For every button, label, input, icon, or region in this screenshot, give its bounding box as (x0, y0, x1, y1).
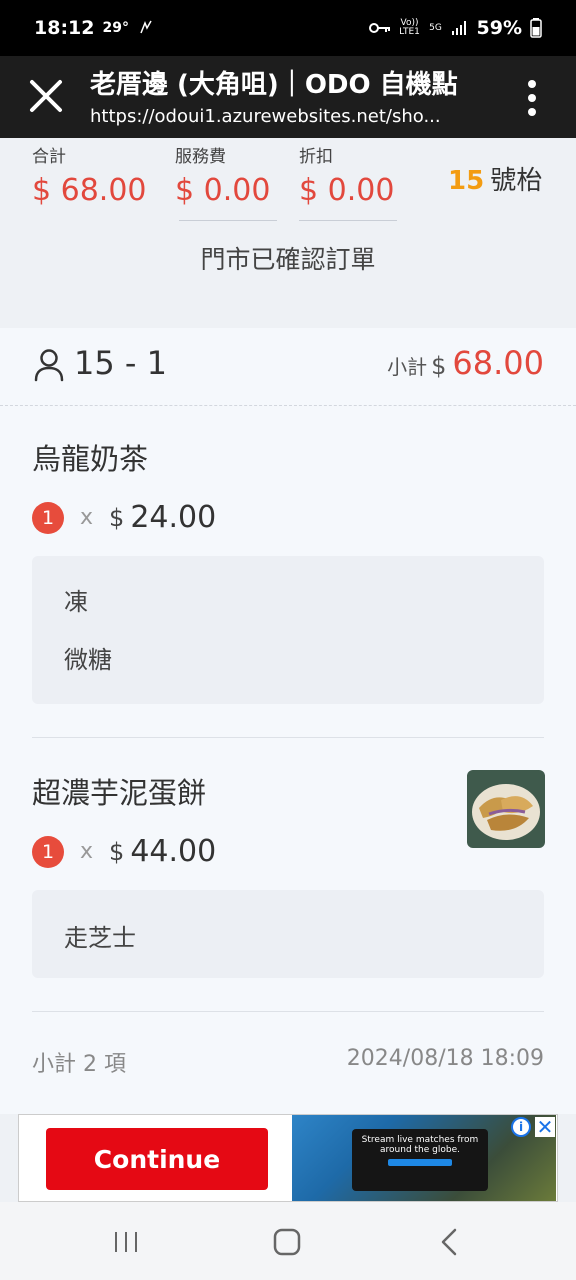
recent-apps-icon[interactable] (110, 1226, 142, 1258)
item-price: 24.00 (130, 500, 217, 535)
guest-id: 15 - 1 (74, 344, 167, 382)
option-text: 凍 (64, 588, 88, 616)
table-number-value: 15 (448, 166, 485, 196)
order-summary: 合計 $ 68.00 服務費 $ 0.00 折扣 $ 0.00 15 號枱 門市已… (0, 138, 576, 328)
clock: 18:12 (34, 17, 95, 39)
order-status: 門市已確認訂單 (200, 245, 376, 274)
item-divider (32, 737, 544, 738)
discount-block: 折扣 $ 0.00 (299, 142, 397, 221)
quantity-badge: 1 (32, 501, 64, 534)
system-nav-bar (0, 1202, 576, 1280)
more-options-icon[interactable] (522, 78, 542, 118)
total-label: 合計 (32, 147, 66, 167)
table-number: 15 號枱 (448, 160, 542, 197)
currency-sign: $ (109, 837, 125, 866)
ad-headline: Stream live matches from around the glob… (361, 1135, 479, 1155)
quantity-badge: 1 (32, 835, 64, 868)
ad-close-icon[interactable]: ✕ (535, 1115, 555, 1139)
user-icon (34, 349, 64, 382)
service-label: 服務費 (175, 147, 226, 167)
currency-sign: $ (109, 503, 125, 532)
item-price: 44.00 (130, 834, 217, 869)
home-icon[interactable] (271, 1226, 303, 1258)
subtotal: 小計 $ 68.00 (387, 344, 544, 382)
discount-underline (299, 220, 397, 221)
service-underline (179, 220, 277, 221)
discount-label: 折扣 (299, 147, 333, 167)
times-sign: x (80, 505, 94, 530)
food-image (467, 770, 545, 848)
service-block: 服務費 $ 0.00 (175, 142, 277, 221)
subtotal-label: 小計 (387, 355, 428, 379)
ad-screen-button (388, 1159, 452, 1166)
option-text: 走芝士 (64, 924, 136, 952)
network-indicator: 5G (429, 22, 442, 33)
order-item: 烏龍奶茶 (32, 436, 544, 478)
key-icon (368, 23, 390, 33)
discount-value: $ 0.00 (299, 173, 395, 208)
total-value: $ 68.00 (32, 173, 147, 208)
volte-indicator: Vo)) LTE1 (399, 18, 420, 37)
ad-continue-button[interactable]: Continue (46, 1128, 268, 1190)
order-header: 15 - 1 小計 $ 68.00 (0, 328, 576, 406)
url-text: https://odoui1.azurewebsites.net/sho... (90, 106, 441, 127)
option-text: 微糖 (64, 646, 112, 674)
order-datetime: 2024/08/18 18:09 (346, 1046, 544, 1071)
ad-info-icon[interactable]: i (511, 1117, 531, 1137)
item-options: 走芝士 (32, 890, 544, 978)
order-footer: 小計 2 項 2024/08/18 18:09 (32, 1046, 544, 1078)
order-card: 15 - 1 小計 $ 68.00 烏龍奶茶 1 x $ 24.00 凍 微糖 … (0, 328, 576, 1114)
ad-controls: i ✕ (511, 1115, 555, 1139)
signal-icon (451, 21, 466, 35)
total-block: 合計 $ 68.00 (32, 142, 147, 208)
item-divider (32, 1011, 544, 1012)
status-bar: 18:12 29° Vo)) LTE1 5G 59% (0, 0, 576, 56)
times-sign: x (80, 839, 94, 864)
weather-icon (140, 20, 152, 34)
page-title: 老厝邊 (大角咀)｜ODO 自機點 (90, 70, 458, 100)
ad-banner[interactable]: Continue Stream live matches from around… (18, 1114, 558, 1202)
temperature: 29° (102, 20, 129, 36)
subtotal-currency: $ (431, 352, 447, 380)
item-count: 小計 2 項 (32, 1052, 126, 1077)
item-thumbnail[interactable] (467, 770, 545, 848)
item-name: 烏龍奶茶 (32, 442, 149, 476)
subtotal-value: 68.00 (452, 344, 544, 382)
browser-toolbar: 老厝邊 (大角咀)｜ODO 自機點 https://odoui1.azurewe… (0, 56, 576, 138)
item-options: 凍 微糖 (32, 556, 544, 704)
ad-screen: Stream live matches from around the glob… (352, 1129, 488, 1191)
battery-percent: 59% (476, 17, 522, 39)
battery-icon (530, 18, 542, 38)
back-icon[interactable] (434, 1226, 466, 1258)
close-icon[interactable] (26, 76, 66, 116)
service-value: $ 0.00 (175, 173, 271, 208)
table-number-suffix: 號枱 (490, 166, 543, 196)
